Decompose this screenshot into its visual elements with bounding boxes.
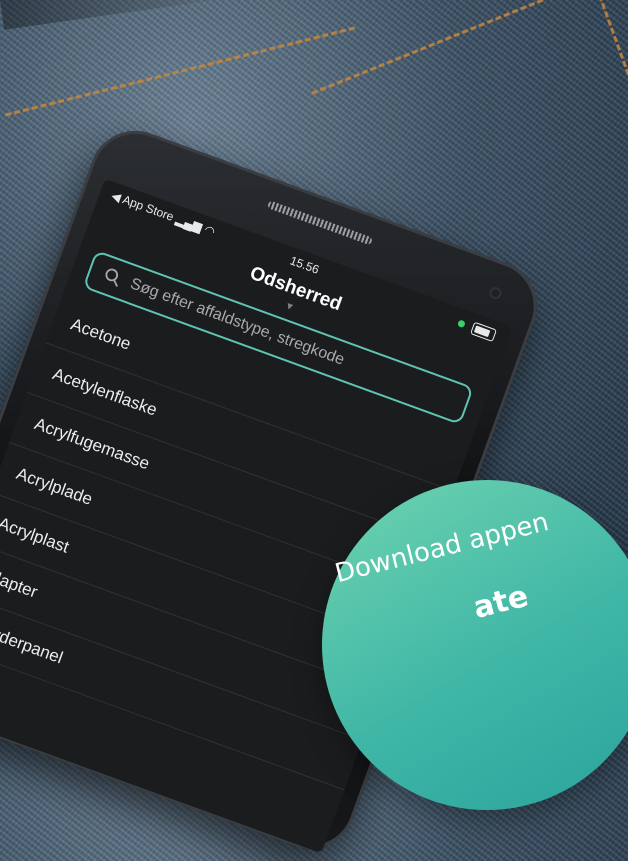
stitching-line (311, 0, 619, 95)
stitching-line (598, 0, 628, 109)
speaker-grille (266, 200, 373, 246)
search-icon (105, 268, 119, 287)
front-camera (487, 285, 504, 301)
battery-icon (470, 321, 498, 343)
stitching-line (4, 26, 356, 117)
privacy-dot-icon (456, 319, 466, 329)
